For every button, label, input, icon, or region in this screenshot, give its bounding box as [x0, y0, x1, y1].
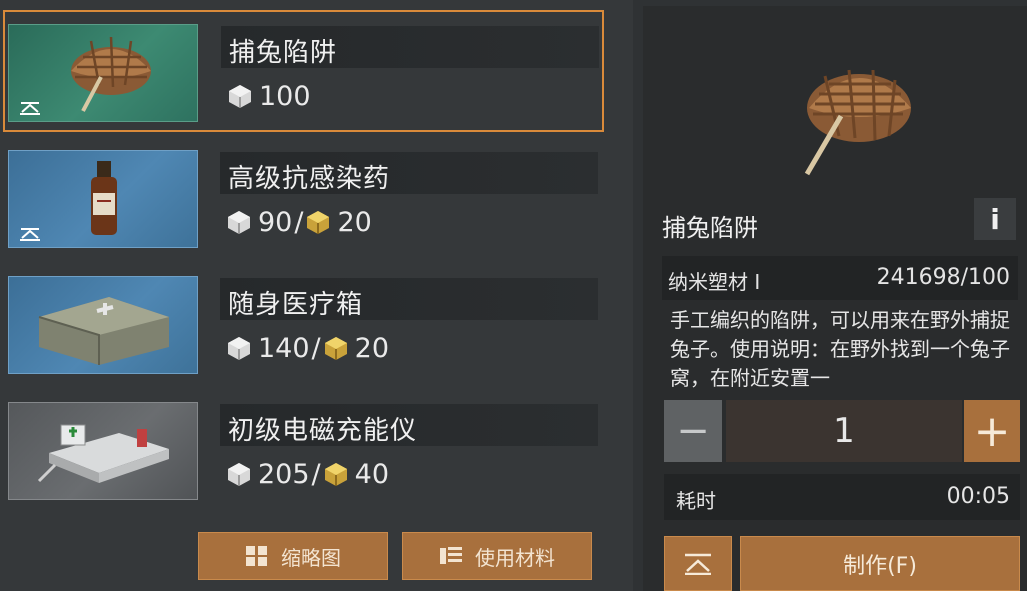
tier-button[interactable]: [664, 536, 732, 591]
cost-a-value: 100: [259, 80, 311, 112]
recipe-name: 捕兔陷阱: [229, 38, 338, 68]
decrease-button[interactable]: −: [664, 400, 722, 462]
recipe-thumbnail: [8, 24, 198, 122]
cost-b-value: 20: [337, 206, 372, 238]
material-row: 纳米塑材 I 241698/100: [662, 256, 1018, 300]
list-icon: [440, 547, 462, 564]
recipe-card-anti-infection[interactable]: 高级抗感染药 90 / 20: [4, 138, 602, 258]
recipe-name-bar: 初级电磁充能仪: [220, 404, 598, 446]
craft-button[interactable]: 制作(F): [740, 536, 1020, 591]
recipe-name-bar: 捕兔陷阱: [221, 26, 599, 68]
recipe-name: 随身医疗箱: [228, 290, 364, 320]
craft-time-row: 耗时 00:05: [664, 474, 1020, 520]
time-label: 耗时: [676, 489, 716, 513]
cost-separator: /: [311, 458, 321, 490]
recipe-name-bar: 高级抗感染药: [220, 152, 598, 194]
recipe-name-bar: 随身医疗箱: [220, 278, 598, 320]
charger-kit-icon: [37, 424, 169, 483]
tier-icon: [685, 553, 711, 575]
material-count: 241698/100: [876, 265, 1010, 290]
recipe-card-rabbit-trap[interactable]: 捕兔陷阱 100: [3, 10, 604, 132]
recipe-cost: 90 / 20: [226, 202, 372, 242]
recipe-cost: 100: [227, 76, 311, 116]
info-label: i: [990, 202, 1000, 236]
cost-a-value: 140: [258, 332, 310, 364]
cost-separator: /: [294, 206, 304, 238]
thumbnail-view-label: 缩略图: [281, 545, 341, 570]
material-cube-icon: [229, 85, 251, 108]
recipe-card-em-charger[interactable]: 初级电磁充能仪 205 / 40: [4, 390, 602, 510]
thumbnail-view-button[interactable]: 缩略图: [198, 532, 388, 580]
increase-button[interactable]: +: [964, 400, 1020, 462]
minus-icon: −: [676, 408, 710, 454]
material-name: 纳米塑材 I: [668, 270, 761, 294]
recipe-cost: 140 / 20: [226, 328, 389, 368]
cost-a-value: 205: [258, 458, 310, 490]
recipe-name: 高级抗感染药: [228, 164, 391, 194]
recipe-thumbnail: [8, 276, 198, 374]
craft-label: 制作(F): [843, 553, 917, 579]
info-button[interactable]: i: [974, 198, 1016, 240]
tier-badge-icon: [20, 228, 40, 241]
gold-cube-icon: [324, 463, 347, 486]
cost-a-value: 90: [258, 206, 293, 238]
material-cube-icon: [228, 463, 250, 486]
cost-separator: /: [311, 332, 321, 364]
recipe-cost: 205 / 40: [226, 454, 389, 494]
recipe-thumbnail: [8, 402, 198, 500]
material-cube-icon: [228, 337, 250, 360]
medical-kit-icon: [38, 297, 169, 365]
use-materials-label: 使用材料: [475, 545, 555, 570]
item-description: 手工编织的陷阱，可以用来在野外捕捉兔子。使用说明：在野外找到一个兔子窝，在附近安…: [670, 308, 1010, 390]
recipe-card-medical-box[interactable]: 随身医疗箱 140 / 20: [4, 264, 602, 384]
material-cube-icon: [228, 211, 250, 234]
cost-b-value: 40: [354, 458, 390, 490]
gold-cube-icon: [324, 337, 347, 360]
use-materials-button[interactable]: 使用材料: [402, 532, 592, 580]
recipe-thumbnail: [8, 150, 198, 248]
quantity-value[interactable]: 1: [726, 400, 962, 462]
tier-badge-icon: [20, 102, 40, 115]
cost-b-value: 20: [354, 332, 390, 364]
recipe-name: 初级电磁充能仪: [228, 416, 418, 446]
quantity-stepper: − 1 +: [664, 400, 1020, 462]
detail-title: 捕兔陷阱: [662, 214, 758, 242]
time-value: 00:05: [946, 484, 1010, 509]
trap-image: [804, 69, 911, 176]
gold-cube-icon: [307, 211, 330, 234]
plus-icon: +: [973, 405, 1011, 457]
grid-icon: [246, 546, 267, 566]
